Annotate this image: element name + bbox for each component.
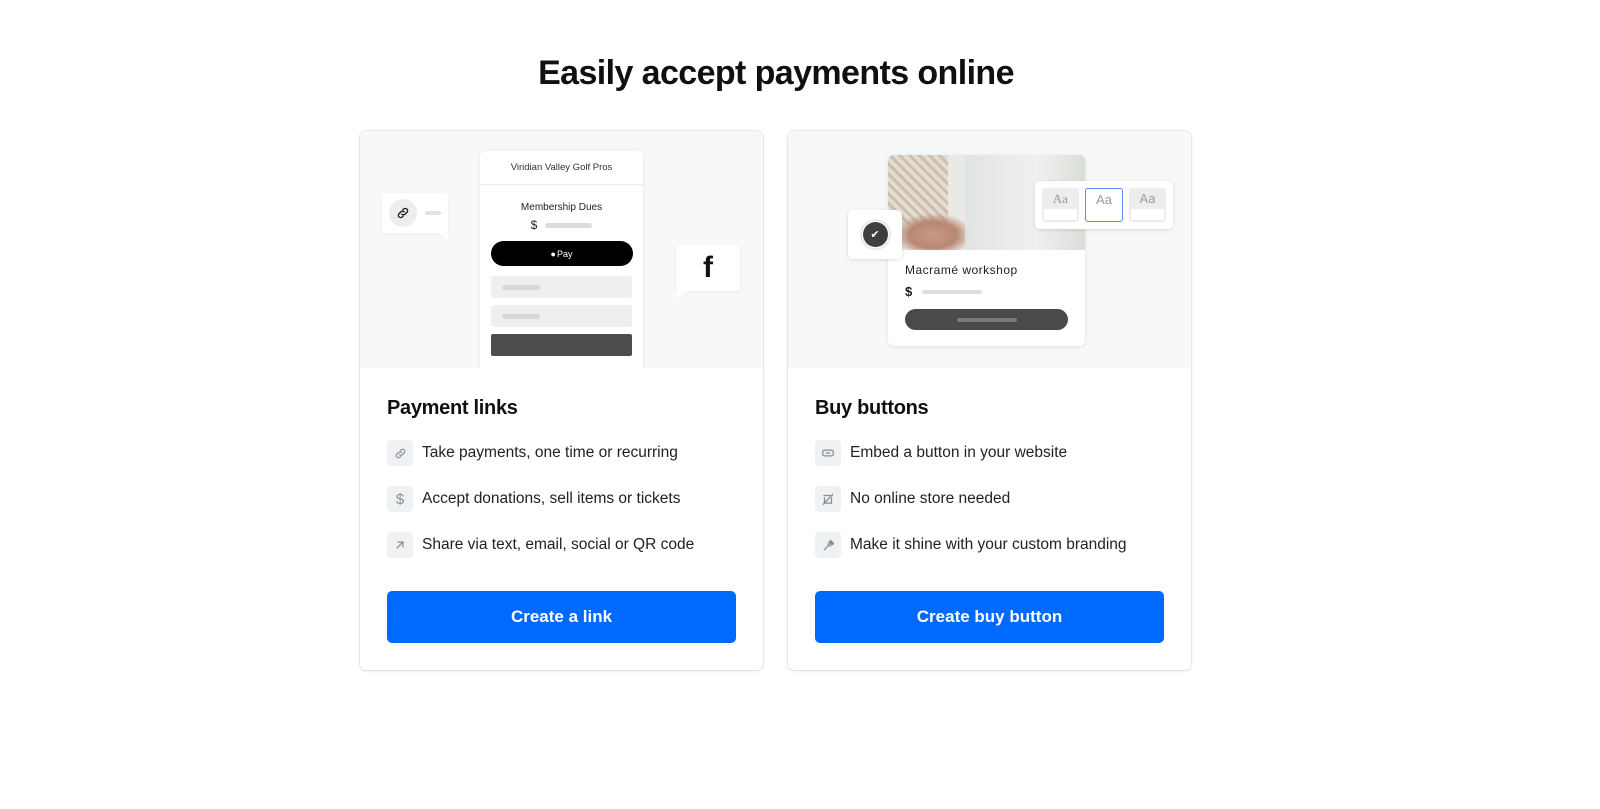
font-option-sans-selected: Aa	[1084, 188, 1124, 222]
buy-buttons-card: Macramé workshop $ ✔ Aa Aa Aa Buy button…	[788, 131, 1191, 670]
font-picker: Aa Aa Aa	[1035, 181, 1173, 229]
dollar-icon: $	[387, 486, 413, 512]
feature-text: No online store needed	[850, 490, 1011, 507]
currency-symbol: $	[530, 218, 538, 232]
feature-item: No online store needed	[815, 486, 1175, 512]
input-placeholder	[491, 305, 632, 327]
price-placeholder	[545, 222, 593, 228]
check-tile: ✔	[848, 210, 902, 259]
feature-text: Accept donations, sell items or tickets	[422, 490, 681, 507]
create-link-button[interactable]: Create a link	[387, 591, 736, 643]
feature-item: Take payments, one time or recurring	[387, 440, 747, 466]
link-share-bubble	[382, 193, 448, 240]
facebook-share-bubble: f	[676, 245, 740, 299]
feature-item: Embed a button in your website	[815, 440, 1175, 466]
feature-text: Share via text, email, social or QR code	[422, 536, 695, 553]
eyedropper-icon	[815, 532, 841, 558]
buy-buttons-illustration: Macramé workshop $ ✔ Aa Aa Aa	[788, 131, 1191, 368]
product-name: Macramé workshop	[905, 263, 1018, 277]
input-placeholder	[491, 276, 632, 298]
payment-links-illustration: Viridian Valley Golf Pros Membership Due…	[360, 131, 763, 368]
placeholder-bar	[425, 211, 441, 215]
arrow-up-right-icon	[387, 532, 413, 558]
merchant-name: Viridian Valley Golf Pros	[480, 151, 643, 185]
feature-item: Share via text, email, social or QR code	[387, 532, 747, 558]
feature-text: Make it shine with your custom branding	[850, 536, 1127, 553]
card-title: Buy buttons	[815, 397, 929, 419]
link-icon	[389, 199, 417, 227]
feature-list: Take payments, one time or recurring $ A…	[387, 440, 747, 578]
feature-list: Embed a button in your website No online…	[815, 440, 1175, 578]
item-name: Membership Dues	[520, 202, 603, 213]
apple-icon: ●	[550, 248, 556, 259]
submit-placeholder	[491, 334, 632, 356]
apple-pay-button: ● Pay	[490, 241, 633, 266]
checkout-preview: Viridian Valley Golf Pros Membership Due…	[480, 151, 643, 368]
buy-button-preview	[905, 309, 1068, 330]
payment-links-card: Viridian Valley Golf Pros Membership Due…	[360, 131, 763, 670]
no-store-icon	[815, 486, 841, 512]
price-row: $	[480, 218, 643, 232]
feature-text: Embed a button in your website	[850, 444, 1068, 461]
card-title: Payment links	[387, 397, 518, 419]
apple-pay-label: Pay	[556, 248, 573, 259]
currency-symbol: $	[905, 284, 913, 299]
page-title: Easily accept payments online	[538, 54, 1014, 92]
embed-button-icon	[815, 440, 841, 466]
price-row: $	[905, 284, 1085, 299]
price-placeholder	[922, 289, 983, 294]
font-option-rounded: Aa	[1129, 188, 1167, 222]
feature-item: $ Accept donations, sell items or ticket…	[387, 486, 747, 512]
feature-item: Make it shine with your custom branding	[815, 532, 1175, 558]
facebook-icon: f	[703, 251, 713, 284]
feature-text: Take payments, one time or recurring	[422, 444, 678, 461]
create-buy-button[interactable]: Create buy button	[815, 591, 1164, 643]
checkmark-icon: ✔	[862, 222, 888, 247]
font-option-serif: Aa	[1042, 188, 1079, 222]
link-icon	[387, 440, 413, 466]
